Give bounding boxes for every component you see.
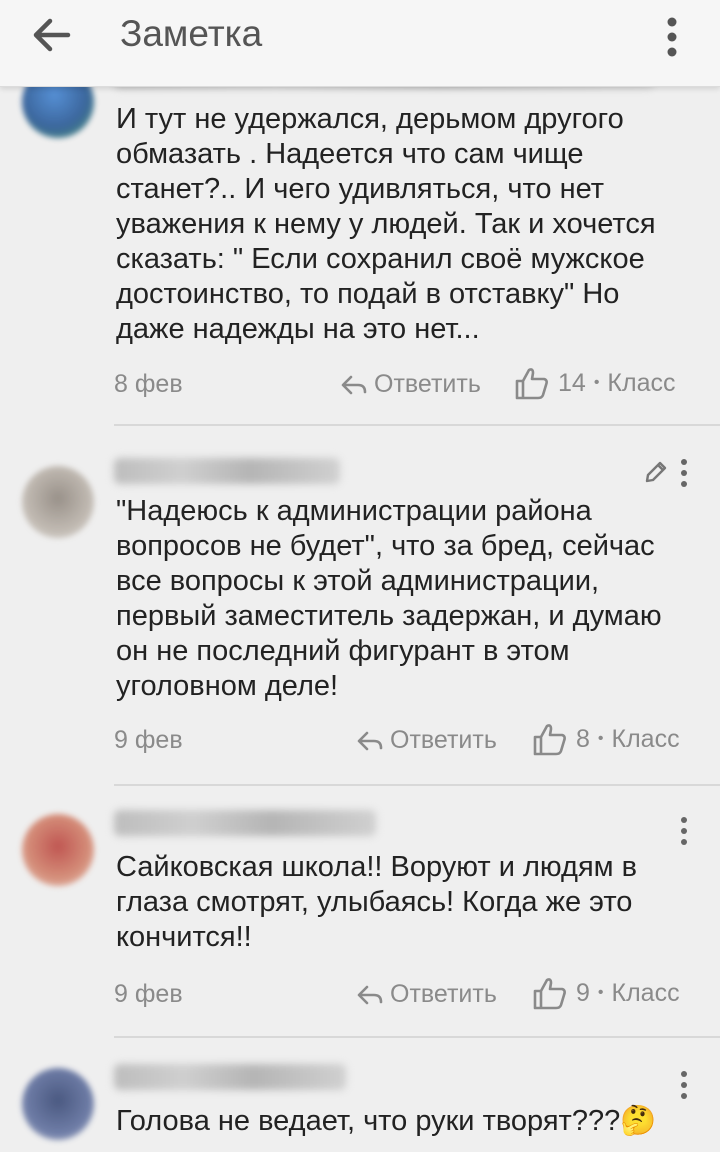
- comment-date: 9 фев: [114, 726, 183, 754]
- reply-label: Ответить: [390, 980, 497, 1008]
- separator-dot: •: [597, 984, 604, 1001]
- thumbs-up-icon[interactable]: [532, 976, 568, 1010]
- avatar[interactable]: [22, 814, 94, 886]
- reply-button[interactable]: Ответить: [340, 370, 481, 399]
- comment-date: 9 фев: [114, 980, 183, 1008]
- app-bar: Заметка: [0, 0, 720, 87]
- like-count: 14: [558, 368, 586, 397]
- more-options-button[interactable]: [656, 12, 688, 62]
- like-block: 9 • Класс: [532, 976, 680, 1010]
- thumbs-up-icon[interactable]: [514, 366, 550, 400]
- comment-item: "Надеюсь к администрации района вопросов…: [0, 424, 720, 786]
- klass-button[interactable]: Класс: [607, 369, 675, 398]
- page-title: Заметка: [120, 13, 263, 54]
- edit-pencil-icon[interactable]: [642, 458, 670, 486]
- comment-text: И тут не удержался, дерьмом другого обма…: [116, 103, 656, 345]
- comment-text: Сайковская школа!! Воруют и людям в глаз…: [116, 851, 638, 953]
- separator-dot: •: [593, 374, 600, 391]
- reply-icon: [357, 985, 383, 1004]
- like-block: 8 • Класс: [532, 722, 680, 756]
- author-name[interactable]: [114, 1064, 346, 1090]
- back-button[interactable]: [26, 12, 86, 58]
- like-count: 9: [576, 978, 590, 1007]
- comment-date: 8 фев: [114, 370, 183, 398]
- author-name[interactable]: [114, 458, 340, 484]
- comment-item: Голова не ведает, что руки творят???🤔: [0, 1036, 720, 1152]
- comment-text: Голова не ведает, что руки творят???🤔: [116, 1105, 657, 1137]
- comment-item: Сайковская школа!! Воруют и людям в глаз…: [0, 784, 720, 1038]
- like-block: 14 • Класс: [514, 366, 675, 400]
- more-vert-icon: [667, 17, 677, 57]
- reply-icon: [341, 375, 367, 394]
- more-vert-icon[interactable]: [677, 456, 691, 490]
- reply-label: Ответить: [374, 370, 481, 398]
- arrow-left-icon: [33, 18, 71, 52]
- like-count: 8: [576, 724, 590, 753]
- separator-dot: •: [597, 730, 604, 747]
- author-name[interactable]: [114, 810, 376, 836]
- reply-icon: [357, 731, 383, 750]
- more-vert-icon[interactable]: [677, 814, 691, 848]
- thumbs-up-icon[interactable]: [532, 722, 568, 756]
- klass-button[interactable]: Класс: [612, 725, 680, 754]
- reply-label: Ответить: [390, 726, 497, 754]
- comment-text: "Надеюсь к администрации района вопросов…: [116, 495, 662, 702]
- avatar[interactable]: [22, 1068, 94, 1140]
- reply-button[interactable]: Ответить: [356, 726, 497, 755]
- klass-button[interactable]: Класс: [612, 979, 680, 1008]
- more-vert-icon[interactable]: [677, 1068, 691, 1102]
- reply-button[interactable]: Ответить: [356, 980, 497, 1009]
- avatar[interactable]: [22, 466, 94, 538]
